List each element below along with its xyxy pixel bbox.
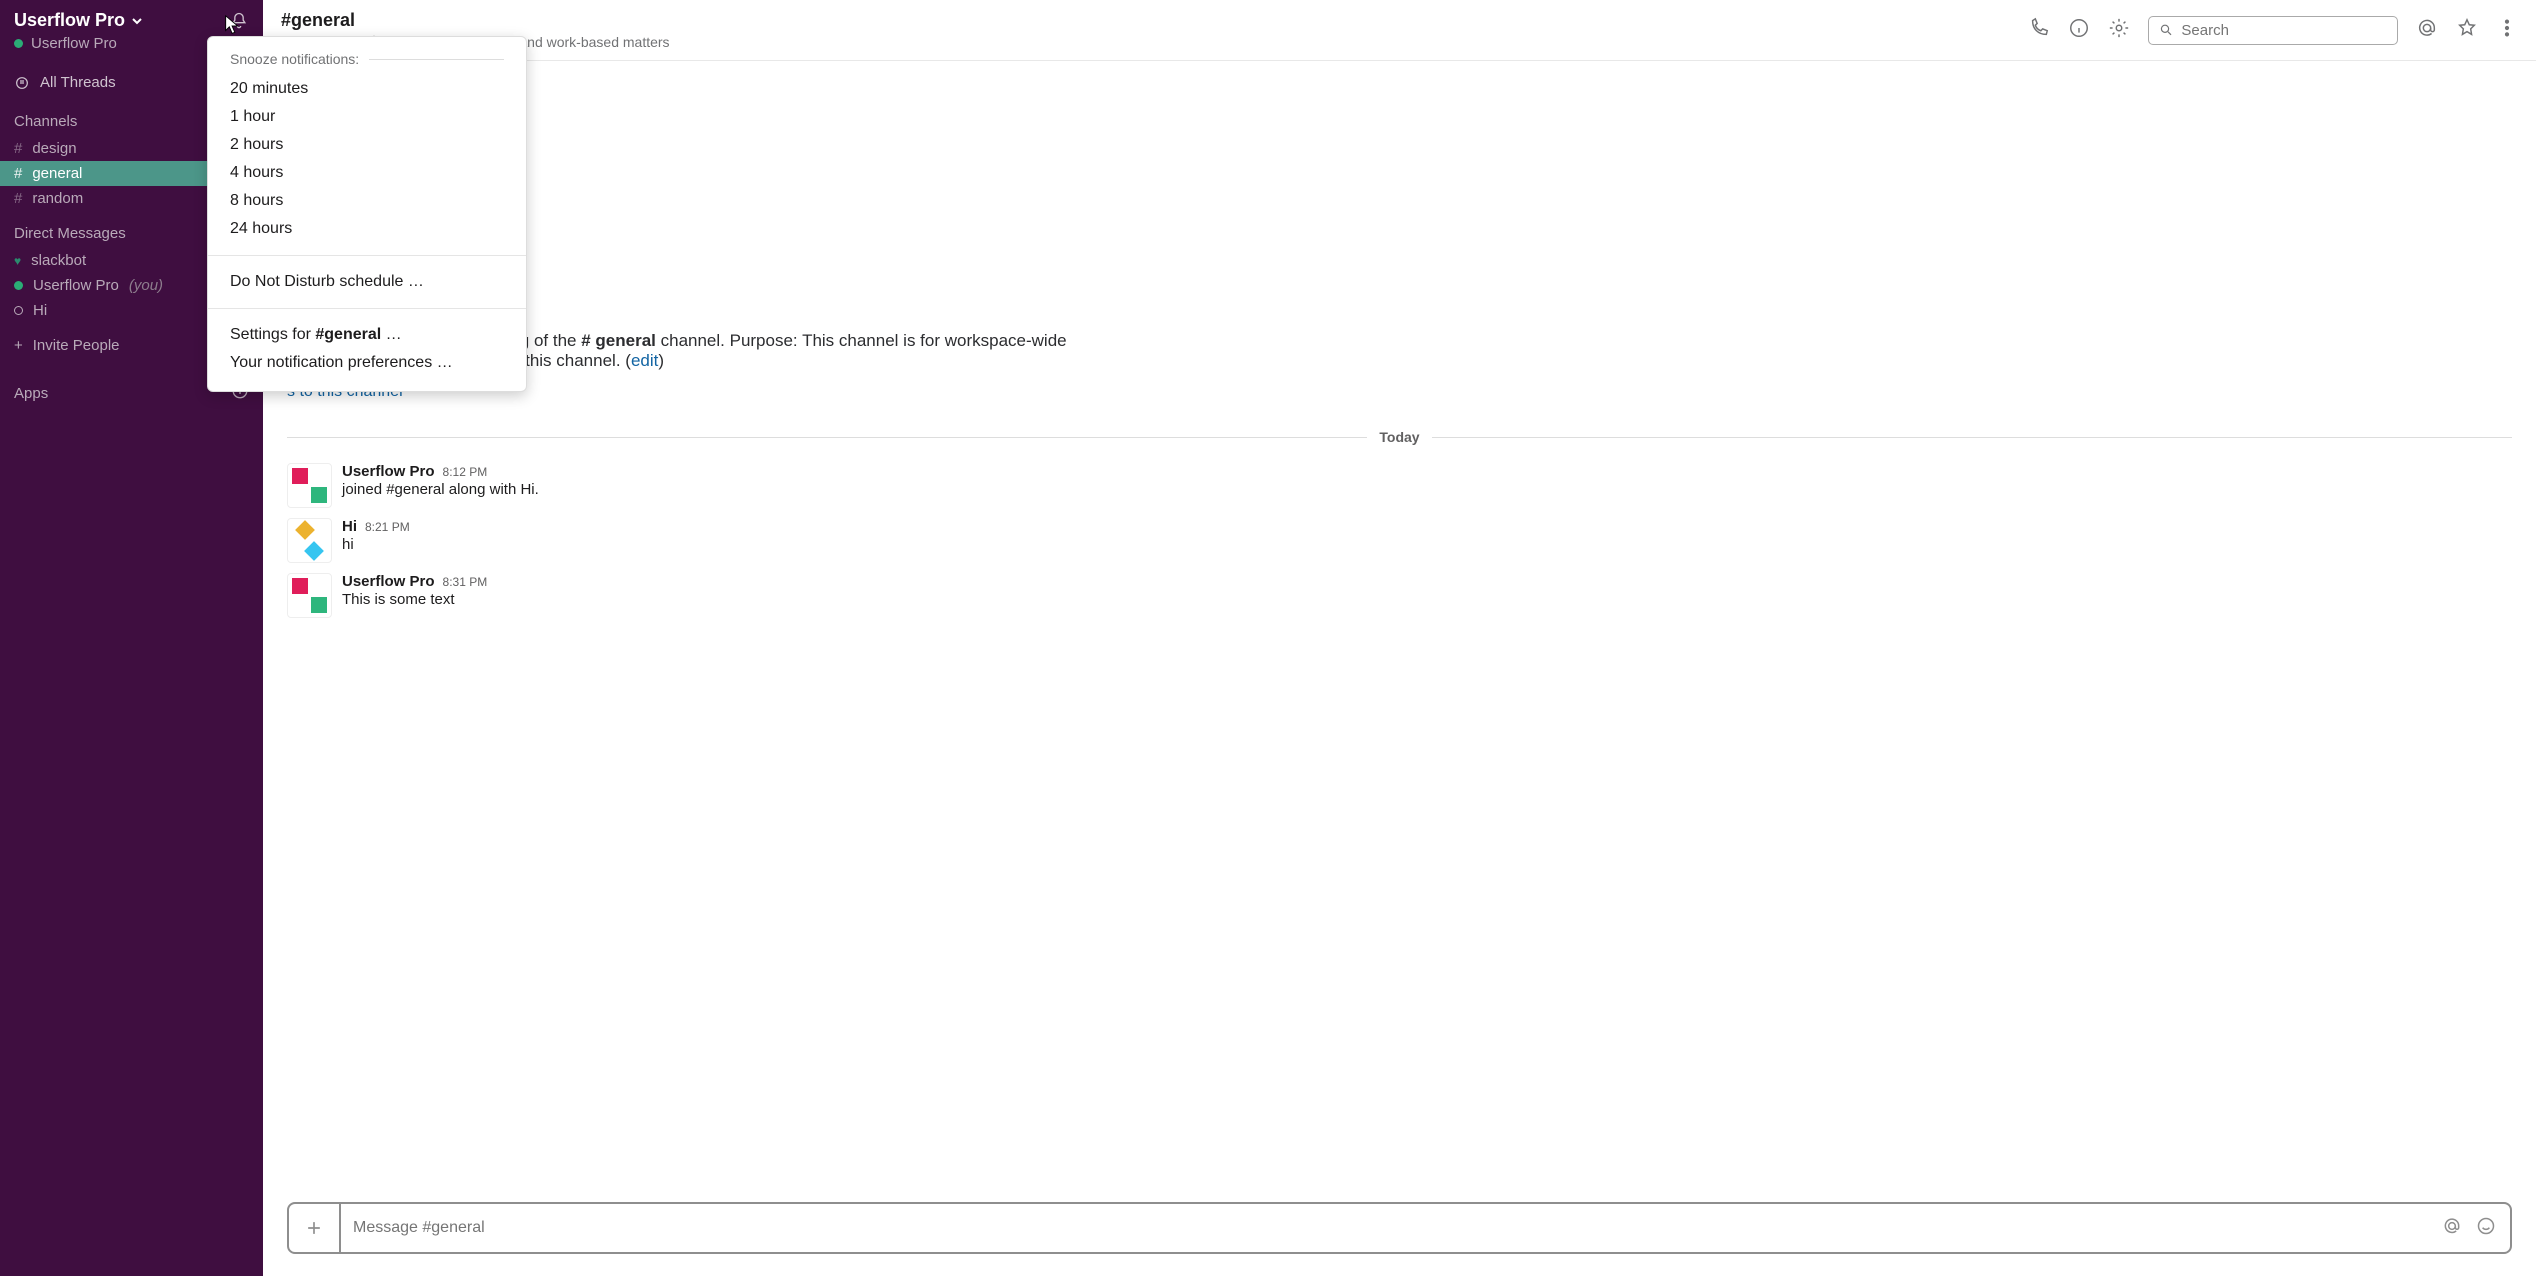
snooze-option-20m[interactable]: 20 minutes	[208, 75, 526, 103]
message-username[interactable]: Hi	[342, 518, 357, 535]
hash-icon: #	[14, 190, 22, 207]
mention-button[interactable]	[2442, 1216, 2462, 1240]
message-pane[interactable]: today. This is the very beginning of the…	[263, 61, 2536, 1202]
dm-label: slackbot	[31, 252, 86, 269]
dm-you-label: (you)	[129, 277, 163, 294]
star-button[interactable]	[2456, 17, 2478, 43]
hash-icon: #	[14, 165, 22, 182]
message-input[interactable]	[341, 1207, 2442, 1249]
settings-button[interactable]	[2108, 17, 2130, 43]
notifications-dropdown: Snooze notifications: 20 minutes 1 hour …	[207, 36, 527, 392]
snooze-option-1h[interactable]: 1 hour	[208, 103, 526, 131]
date-label: Today	[1367, 429, 1431, 445]
workspace-header[interactable]: Userflow Pro	[0, 0, 263, 35]
info-icon	[2068, 17, 2090, 39]
message-timestamp[interactable]: 8:21 PM	[365, 520, 410, 534]
workspace-user-label: Userflow Pro	[31, 35, 117, 52]
message-text: hi	[342, 536, 2512, 553]
message-text: joined #general along with Hi.	[342, 481, 2512, 498]
at-icon	[2416, 17, 2438, 39]
message-composer	[287, 1202, 2512, 1254]
message-item[interactable]: Userflow Pro 8:12 PM joined #general alo…	[287, 463, 2512, 508]
presence-dot-icon	[14, 39, 23, 48]
more-button[interactable]	[2496, 17, 2518, 43]
message-username[interactable]: Userflow Pro	[342, 463, 435, 480]
avatar[interactable]	[287, 463, 332, 508]
snooze-option-8h[interactable]: 8 hours	[208, 187, 526, 215]
more-vertical-icon	[2496, 17, 2518, 39]
menu-separator	[208, 308, 526, 309]
main-panel: #general ☆ | 3 | 0 | announcements and w…	[263, 0, 2536, 1276]
all-threads-label: All Threads	[40, 74, 116, 91]
presence-ring-icon	[14, 306, 23, 315]
gear-icon	[2108, 17, 2130, 39]
channel-label: random	[32, 190, 83, 207]
star-icon	[2456, 17, 2478, 39]
avatar[interactable]	[287, 518, 332, 563]
channel-header: #general ☆ | 3 | 0 | announcements and w…	[263, 0, 2536, 61]
avatar[interactable]	[287, 573, 332, 618]
channel-settings-item[interactable]: Settings for #general …	[208, 321, 526, 349]
edit-purpose-link[interactable]: edit	[631, 351, 658, 370]
smile-icon	[2476, 1216, 2496, 1236]
composer-wrap	[263, 1202, 2536, 1276]
channel-intro: today. This is the very beginning of the…	[287, 331, 2512, 371]
dnd-schedule-item[interactable]: Do Not Disturb schedule …	[208, 268, 526, 296]
date-divider: Today	[287, 429, 2512, 445]
info-button[interactable]	[2068, 17, 2090, 43]
chevron-down-icon	[131, 15, 143, 27]
presence-dot-icon	[14, 281, 23, 290]
attach-button[interactable]	[289, 1204, 341, 1252]
intro-mid: channel. Purpose: This channel is for wo…	[661, 331, 1067, 350]
bell-icon	[229, 11, 249, 31]
phone-icon	[2028, 17, 2050, 39]
threads-icon	[14, 75, 30, 91]
apps-label: Apps	[14, 385, 48, 402]
channel-label: general	[32, 165, 82, 182]
mentions-button[interactable]	[2416, 17, 2438, 43]
message-timestamp[interactable]: 8:12 PM	[443, 465, 488, 479]
message-timestamp[interactable]: 8:31 PM	[443, 575, 488, 589]
search-icon	[2159, 22, 2173, 38]
intro-close: )	[658, 351, 664, 370]
channel-title[interactable]: #general	[281, 10, 670, 31]
notification-prefs-item[interactable]: Your notification preferences …	[208, 349, 526, 377]
hash-icon: #	[14, 140, 22, 157]
snooze-option-4h[interactable]: 4 hours	[208, 159, 526, 187]
settings-suffix: …	[381, 326, 401, 343]
message-username[interactable]: Userflow Pro	[342, 573, 435, 590]
add-apps-row: s to this channel	[287, 383, 2512, 401]
channel-label: design	[32, 140, 76, 157]
plus-icon	[304, 1218, 324, 1238]
search-box[interactable]	[2148, 16, 2398, 45]
intro-channel-name: # general	[581, 331, 656, 350]
notifications-bell-button[interactable]	[229, 11, 249, 31]
invite-label: Invite People	[33, 337, 120, 354]
call-button[interactable]	[2028, 17, 2050, 43]
settings-channel: #general	[315, 326, 381, 343]
dm-label: Userflow Pro	[33, 277, 119, 294]
snooze-title: Snooze notifications:	[208, 51, 526, 75]
message-text: This is some text	[342, 591, 2512, 608]
dm-label: Hi	[33, 302, 47, 319]
snooze-option-2h[interactable]: 2 hours	[208, 131, 526, 159]
emoji-button[interactable]	[2476, 1216, 2496, 1240]
search-input[interactable]	[2181, 22, 2387, 39]
menu-separator	[208, 255, 526, 256]
heart-icon: ♥	[14, 254, 21, 268]
at-icon	[2442, 1216, 2462, 1236]
workspace-name-text: Userflow Pro	[14, 10, 125, 31]
workspace-name[interactable]: Userflow Pro	[14, 10, 143, 31]
message-item[interactable]: Userflow Pro 8:31 PM This is some text	[287, 573, 2512, 618]
message-item[interactable]: Hi 8:21 PM hi	[287, 518, 2512, 563]
snooze-option-24h[interactable]: 24 hours	[208, 215, 526, 243]
settings-prefix: Settings for	[230, 326, 315, 343]
plus-icon: +	[14, 337, 23, 354]
